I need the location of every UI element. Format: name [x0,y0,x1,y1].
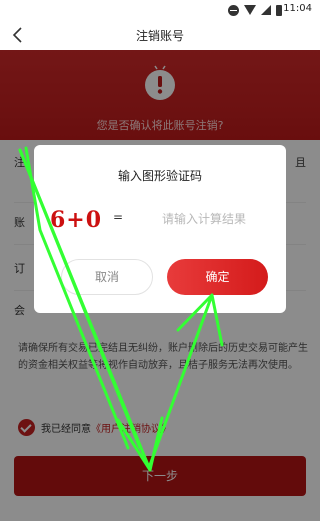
status-time: 11:04 [283,3,312,14]
do-not-disturb-icon [228,4,239,16]
cancel-button[interactable]: 取消 [61,259,153,295]
dialog-title: 输入图形验证码 [117,169,202,183]
page-title: 注销账号 [135,29,184,43]
captcha-image[interactable]: 6+0 [50,205,103,235]
nav-bar: 注销账号 [0,20,320,50]
equals-sign: = [113,210,124,224]
captcha-answer-input[interactable] [162,209,282,229]
captcha-expression: 6+0 [50,207,103,233]
wifi-icon [244,5,256,15]
signal-icon [261,5,271,15]
battery-icon [276,4,282,16]
status-bar: 11:04 [0,0,320,20]
status-icons [228,4,282,16]
confirm-button[interactable]: 确定 [167,259,268,295]
captcha-dialog: 输入图形验证码 6+0 = 取消 确定 [34,145,286,313]
